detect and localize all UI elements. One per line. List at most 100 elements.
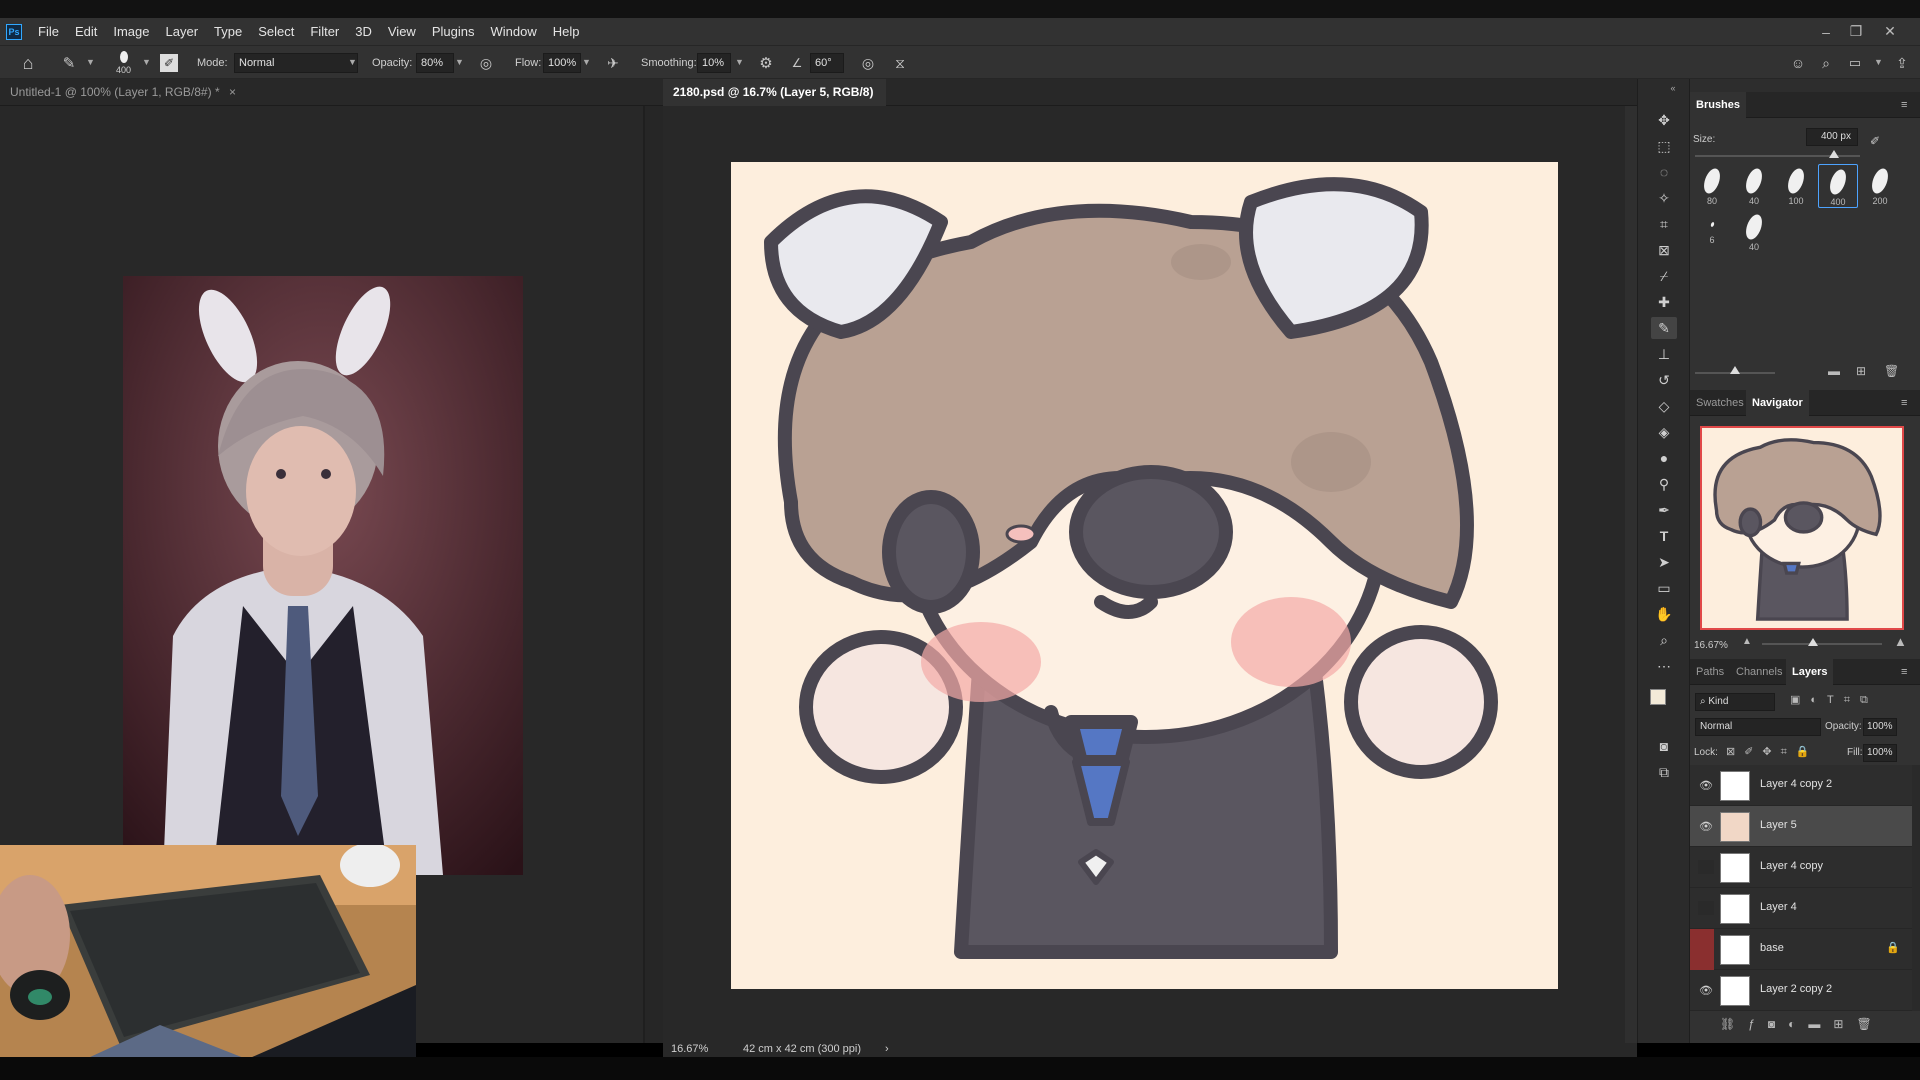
pressure-opacity-icon[interactable]: ◎ [476,54,496,72]
chevron-down-icon[interactable]: ▼ [1874,57,1883,67]
marquee-tool-icon[interactable]: ⬚ [1651,135,1677,157]
menu-image[interactable]: Image [105,18,157,45]
preview-slider-thumb[interactable] [1730,366,1740,374]
layer-row[interactable]: Layer 4 [1690,888,1912,929]
brush-tip[interactable]: 40 [1734,210,1774,254]
mode-select[interactable]: Normal [234,53,358,73]
blend-mode-select[interactable]: Normal [1695,718,1821,736]
panel-menu-icon[interactable]: ≡ [1895,92,1913,118]
healing-brush-icon[interactable]: ✚ [1651,291,1677,313]
menu-type[interactable]: Type [206,18,250,45]
menu-layer[interactable]: Layer [158,18,207,45]
brush-settings-icon[interactable]: ✐ [1870,134,1886,150]
zoom-tool-icon[interactable]: ⌕ [1651,629,1677,651]
navigator-zoom-slider[interactable] [1762,643,1882,645]
tab-2180[interactable]: 2180.psd @ 16.7% (Layer 5, RGB/8) * × [663,79,886,126]
tab-brushes[interactable]: Brushes [1690,92,1747,118]
fill-field[interactable]: 100% [1863,744,1897,762]
layer-row-selected[interactable]: 👁 Layer 5 [1690,806,1912,847]
brush-tool-icon[interactable]: ✎ [58,52,80,74]
magic-wand-icon[interactable]: ✧ [1651,187,1677,209]
size-field[interactable]: 400 px [1806,128,1858,146]
collapse-icon[interactable]: « [1660,77,1686,99]
menu-filter[interactable]: Filter [302,18,347,45]
share-person-icon[interactable]: ☺ [1788,54,1808,72]
eye-icon[interactable]: 👁 [1698,778,1714,792]
tab-untitled[interactable]: Untitled-1 @ 100% (Layer 1, RGB/8#) * × [0,79,246,106]
brush-tip[interactable]: 100 [1776,164,1816,208]
brush-tip[interactable]: 40 [1734,164,1774,208]
layer-filter-select[interactable]: ⌕ Kind [1695,693,1775,711]
smoothing-field[interactable]: 10% [697,53,731,73]
layers-scrollbar[interactable] [1912,765,1920,1011]
bucket-icon[interactable]: ◈ [1651,421,1677,443]
type-tool-icon[interactable]: T [1651,525,1677,547]
brush-tip[interactable]: 80 [1692,164,1732,208]
menu-view[interactable]: View [380,18,424,45]
chevron-down-icon[interactable]: ▼ [455,57,464,67]
stamp-tool-icon[interactable]: ⊥ [1651,343,1677,365]
new-brush-icon[interactable]: ⊞ [1856,364,1866,378]
lasso-tool-icon[interactable]: ◌ [1651,161,1677,183]
brush-tip[interactable]: 200 [1860,164,1900,208]
panel-menu-icon[interactable]: ≡ [1895,390,1913,416]
trash-icon[interactable]: 🗑 [1884,364,1899,378]
flow-field[interactable]: 100% [543,53,581,73]
layer-opacity-field[interactable]: 100% [1863,718,1897,736]
menu-select[interactable]: Select [250,18,302,45]
close-window-icon[interactable]: ✕ [1876,18,1904,45]
dodge-icon[interactable]: ⚲ [1651,473,1677,495]
angle-field[interactable]: 60° [810,53,844,73]
pen-tool-icon[interactable]: ✒ [1651,499,1677,521]
tab-swatches[interactable]: Swatches [1690,390,1750,416]
layer-row[interactable]: 👁 Layer 2 copy 2 [1690,970,1912,1011]
navigator-slider-thumb[interactable] [1808,638,1818,646]
brush-tip-selected[interactable]: 400 [1818,164,1858,208]
menu-help[interactable]: Help [545,18,588,45]
tab-paths[interactable]: Paths [1690,659,1730,685]
menu-file[interactable]: File [30,18,67,45]
menu-edit[interactable]: Edit [67,18,105,45]
hidden-visibility-toggle[interactable] [1698,901,1714,915]
navigator-zoom-readout[interactable]: 16.67% [1694,640,1728,651]
layer-row[interactable]: base 🔒 [1690,929,1912,970]
chevron-down-icon[interactable]: ▼ [735,57,744,67]
hidden-visibility-toggle[interactable] [1698,860,1714,874]
zoom-out-icon[interactable]: ▲ [1742,636,1752,647]
eye-icon[interactable]: 👁 [1698,983,1714,997]
eraser-icon[interactable]: ◇ [1651,395,1677,417]
status-arrow-icon[interactable]: › [885,1043,889,1055]
artwork-canvas[interactable] [731,162,1558,989]
airbrush-icon[interactable]: ✈ [603,54,623,72]
workspace-icon[interactable]: ▭ [1845,54,1865,72]
history-brush-icon[interactable]: ↺ [1651,369,1677,391]
symmetry-icon[interactable]: ⧖ [890,54,910,72]
rectangle-tool-icon[interactable]: ▭ [1651,577,1677,599]
foreground-color-swatch[interactable] [1650,689,1666,705]
gear-icon[interactable]: ⚙ [756,54,776,72]
hidden-visibility-toggle[interactable] [1690,929,1714,970]
folder-icon[interactable]: ▬ [1828,364,1840,378]
pressure-size-icon[interactable]: ◎ [858,54,878,72]
layer-row[interactable]: Layer 4 copy [1690,847,1912,888]
menu-3d[interactable]: 3D [347,18,380,45]
tab-layers[interactable]: Layers [1786,659,1834,685]
quick-mask-icon[interactable]: ◙ [1651,735,1677,757]
export-icon[interactable]: ⇪ [1892,54,1912,72]
opacity-field[interactable]: 80% [416,53,454,73]
tab-navigator[interactable]: Navigator [1746,390,1809,416]
menu-plugins[interactable]: Plugins [424,18,483,45]
chevron-down-icon[interactable]: ▼ [582,57,591,67]
layer-actions[interactable]: ⛓ƒ◙◐▬⊞🗑 [1720,1017,1885,1031]
close-icon[interactable]: × [229,85,236,99]
layer-row[interactable]: 👁 Layer 4 copy 2 [1690,765,1912,806]
brush-tip[interactable]: 6 [1692,210,1732,254]
frame-tool-icon[interactable]: ⊠ [1651,239,1677,261]
crop-tool-icon[interactable]: ⌗ [1651,213,1677,235]
filter-type-icons[interactable]: ▣◐T⌗⧉ [1790,693,1878,707]
blur-icon[interactable]: ● [1651,447,1677,469]
navigator-preview[interactable] [1700,426,1904,630]
vertical-scrollbar[interactable] [1625,106,1637,1043]
tab-channels[interactable]: Channels [1730,659,1788,685]
hand-tool-icon[interactable]: ✋ [1651,603,1677,625]
